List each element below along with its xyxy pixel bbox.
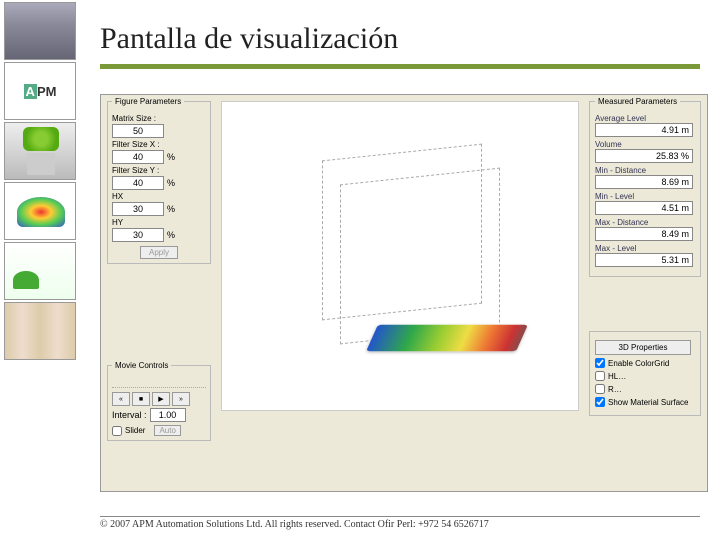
rewind-button[interactable]: « xyxy=(112,392,130,406)
filter-y-input[interactable]: 40 xyxy=(112,176,164,190)
interval-input[interactable]: 1.00 xyxy=(150,408,186,422)
min-dist-value: 8.69 m xyxy=(595,175,693,189)
thumbnail-heatmap[interactable] xyxy=(4,182,76,240)
filter-x-input[interactable]: 40 xyxy=(112,150,164,164)
max-dist-label: Max - Distance xyxy=(595,218,695,227)
play-button[interactable]: ▶ xyxy=(152,392,170,406)
slide-thumbnail-rail: APM xyxy=(0,0,80,540)
volume-wireframe xyxy=(322,152,482,332)
filter-y-label: Filter Size Y : xyxy=(112,166,206,175)
movie-timeline[interactable] xyxy=(112,380,206,388)
hx-input[interactable]: 30 xyxy=(112,202,164,216)
min-level-label: Min - Level xyxy=(595,192,695,201)
min-dist-label: Min - Distance xyxy=(595,166,695,175)
hl-label: HL… xyxy=(608,372,626,381)
app-panel: Figure Parameters Matrix Size : 50 Filte… xyxy=(100,94,708,492)
show-surface-label: Show Material Surface xyxy=(608,398,688,407)
filter-x-label: Filter Size X : xyxy=(112,140,206,149)
thumbnail-pipes[interactable] xyxy=(4,302,76,360)
max-level-label: Max - Level xyxy=(595,244,695,253)
auto-button[interactable]: Auto xyxy=(154,425,180,436)
max-dist-value: 8.49 m xyxy=(595,227,693,241)
hx-unit: % xyxy=(167,204,175,214)
thumbnail-apm-logo[interactable]: APM xyxy=(4,62,76,120)
thumbnail-sensor[interactable] xyxy=(4,122,76,180)
material-surface xyxy=(366,325,528,351)
movie-controls-group: Movie Controls « ■ ▶ » Interval : 1.00 S… xyxy=(107,365,211,441)
accent-bar xyxy=(100,64,700,69)
max-level-value: 5.31 m xyxy=(595,253,693,267)
figure-parameters-group: Figure Parameters Matrix Size : 50 Filte… xyxy=(107,101,211,264)
slider-checkbox[interactable] xyxy=(112,426,122,436)
r-label: R… xyxy=(608,385,622,394)
page-title: Pantalla de visualización xyxy=(100,22,398,56)
figure-group-title: Figure Parameters xyxy=(112,97,184,106)
hy-unit: % xyxy=(167,230,175,240)
matrix-size-label: Matrix Size : xyxy=(112,114,206,123)
matrix-size-input[interactable]: 50 xyxy=(112,124,164,138)
measured-group-title: Measured Parameters xyxy=(595,97,680,106)
movie-group-title: Movie Controls xyxy=(112,361,171,370)
volume-label: Volume xyxy=(595,140,695,149)
filter-x-unit: % xyxy=(167,152,175,162)
colorgrid-label: Enable ColorGrid xyxy=(608,359,669,368)
hl-checkbox[interactable] xyxy=(595,371,605,381)
show-surface-checkbox[interactable] xyxy=(595,397,605,407)
volume-value: 25.83 % xyxy=(595,149,693,163)
filter-y-unit: % xyxy=(167,178,175,188)
3d-visualization[interactable] xyxy=(221,101,579,411)
hy-label: HY xyxy=(112,218,206,227)
stop-button[interactable]: ■ xyxy=(132,392,150,406)
measured-parameters-group: Measured Parameters Average Level4.91 m … xyxy=(589,101,701,277)
thumbnail-silo[interactable] xyxy=(4,2,76,60)
hx-label: HX xyxy=(112,192,206,201)
display-options-group: 3D Properties Enable ColorGrid HL… R… Sh… xyxy=(589,331,701,416)
hy-input[interactable]: 30 xyxy=(112,228,164,242)
avg-level-label: Average Level xyxy=(595,114,695,123)
avg-level-value: 4.91 m xyxy=(595,123,693,137)
forward-button[interactable]: » xyxy=(172,392,190,406)
colorgrid-checkbox[interactable] xyxy=(595,358,605,368)
r-checkbox[interactable] xyxy=(595,384,605,394)
apply-button[interactable]: Apply xyxy=(140,246,178,259)
3d-properties-button[interactable]: 3D Properties xyxy=(595,340,691,355)
min-level-value: 4.51 m xyxy=(595,201,693,215)
interval-label: Interval : xyxy=(112,410,147,420)
thumbnail-field[interactable] xyxy=(4,242,76,300)
footer-text: © 2007 APM Automation Solutions Ltd. All… xyxy=(100,516,700,530)
slider-label: Slider xyxy=(125,426,145,435)
